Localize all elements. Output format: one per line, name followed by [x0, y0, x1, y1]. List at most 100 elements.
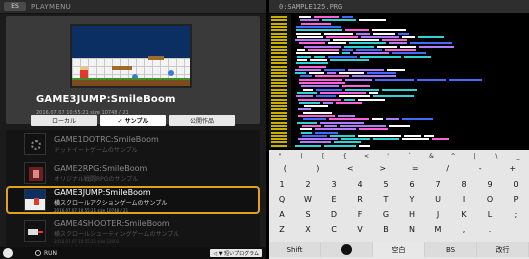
key[interactable]: P	[505, 195, 527, 204]
key[interactable]: R	[349, 195, 371, 204]
key[interactable]: V	[349, 225, 371, 234]
key[interactable]: E	[323, 195, 345, 204]
list-item-name: GAME2RPG:SmileBoom	[54, 163, 148, 173]
key[interactable]: 6	[401, 180, 423, 189]
key[interactable]: 9	[479, 180, 501, 189]
key[interactable]: K	[453, 210, 475, 219]
thumb-platform	[148, 56, 164, 60]
key[interactable]: 4	[349, 180, 371, 189]
key[interactable]: ^	[444, 153, 462, 160]
key[interactable]: >	[372, 164, 394, 173]
symbol-key-row: "( [ {< ' ` & ^ | \ _	[269, 153, 529, 160]
key[interactable]: /	[437, 164, 459, 173]
key[interactable]: ;	[505, 210, 527, 219]
tab-public-works[interactable]: 公開作品	[169, 115, 235, 126]
thumb-ground	[72, 78, 190, 86]
thumb-platform	[112, 66, 132, 70]
code-editor[interactable]	[269, 14, 529, 148]
game-icon	[24, 220, 46, 242]
tab-local[interactable]: ローカル	[31, 115, 97, 126]
key[interactable]: L	[479, 210, 501, 219]
key[interactable]: <	[339, 164, 361, 173]
key[interactable]: Q	[271, 195, 293, 204]
key[interactable]: 8	[453, 180, 475, 189]
key[interactable]: '	[379, 153, 397, 160]
help-button[interactable]: ◁ ▼ 短いプログラム	[210, 249, 262, 257]
key[interactable]: |	[466, 153, 484, 160]
key[interactable]: _	[509, 153, 527, 160]
smile-key[interactable]	[321, 242, 373, 257]
key[interactable]: Y	[401, 195, 423, 204]
key[interactable]: A	[271, 210, 293, 219]
run-button[interactable]: RUN	[35, 250, 57, 257]
key[interactable]: &	[422, 153, 440, 160]
key[interactable]: (	[274, 164, 296, 173]
key[interactable]: Z	[271, 225, 293, 234]
list-item-selected[interactable]: GAME3JUMP:SmileBoom 横スクロールアクションゲームのサンプル …	[6, 186, 260, 214]
key[interactable]: 1	[271, 180, 293, 189]
key[interactable]: I	[453, 195, 475, 204]
list-item[interactable]: GAME4SHOOTER:SmileBoom 横スクロールシューティングゲームの…	[6, 217, 260, 245]
run-label: RUN	[44, 249, 58, 257]
game-screenshot-thumbnail	[70, 24, 192, 88]
key[interactable]: (	[292, 153, 310, 160]
key[interactable]: T	[375, 195, 397, 204]
key[interactable]: 5	[375, 180, 397, 189]
key[interactable]	[505, 225, 527, 234]
key[interactable]: H	[401, 210, 423, 219]
key[interactable]: ,	[453, 225, 475, 234]
key[interactable]: 7	[427, 180, 449, 189]
asdf-key-row: A S D F G H J K L;	[269, 210, 529, 219]
key[interactable]: B	[375, 225, 397, 234]
key[interactable]: X	[297, 225, 319, 234]
tab-sample[interactable]: ✓ サンプル	[100, 115, 166, 126]
key[interactable]: 3	[323, 180, 345, 189]
key[interactable]: S	[297, 210, 319, 219]
key[interactable]: \	[487, 153, 505, 160]
key[interactable]: F	[349, 210, 371, 219]
key[interactable]: <	[357, 153, 375, 160]
list-item-date: 2016.07.07 10:55:21 size 12003	[54, 238, 120, 244]
key[interactable]: G	[375, 210, 397, 219]
key[interactable]: C	[323, 225, 345, 234]
thumb-enemy	[168, 70, 174, 76]
key[interactable]: "	[271, 153, 289, 160]
playmenu-footer: RUN ◁ ▼ 短いプログラム	[0, 247, 266, 259]
key[interactable]: J	[427, 210, 449, 219]
thumb-sky	[72, 26, 190, 58]
key[interactable]: )	[307, 164, 329, 173]
key[interactable]: M	[427, 225, 449, 234]
list-item-name: GAME1DOTRC:SmileBoom	[54, 134, 159, 144]
bracket-key-row: () < > = / - +	[269, 164, 529, 173]
user-avatar-icon[interactable]	[3, 248, 13, 258]
key[interactable]: O	[479, 195, 501, 204]
list-item[interactable]: GAME2RPG:SmileBoom オリジナル戦闘RPGのサンプル	[6, 159, 260, 187]
playmenu-header: ES PLAYMENU	[0, 0, 266, 14]
key[interactable]: 2	[297, 180, 319, 189]
space-key[interactable]: 空白	[373, 242, 425, 257]
key[interactable]: [	[314, 153, 332, 160]
smileboom-icon	[341, 244, 352, 255]
editor-header: 0:SAMPLE125.PRG	[269, 0, 529, 13]
list-item[interactable]: GAME1DOTRC:SmileBoom ドットイートゲームのサンプル	[6, 130, 260, 158]
key[interactable]: N	[401, 225, 423, 234]
list-item-desc: ドットイートゲームのサンプル	[54, 146, 138, 154]
key[interactable]: .	[479, 225, 501, 234]
list-item-desc: 横スクロールシューティングゲームのサンプル	[54, 230, 180, 238]
key[interactable]: 0	[505, 180, 527, 189]
key[interactable]: {	[336, 153, 354, 160]
software-keyboard: "([{< ' ` & ^ | \ _ () < > = / - + 1234567890 QWERTYU…	[269, 150, 529, 259]
key[interactable]: D	[323, 210, 345, 219]
list-item-desc: 横スクロールアクションゲームのサンプル	[54, 199, 168, 207]
backspace-key[interactable]: BS	[425, 242, 477, 257]
code-line	[269, 144, 529, 148]
key[interactable]: -	[469, 164, 491, 173]
key[interactable]: U	[427, 195, 449, 204]
key[interactable]: W	[297, 195, 319, 204]
key[interactable]: +	[502, 164, 524, 173]
key[interactable]: `	[401, 153, 419, 160]
shift-key[interactable]: Shift	[269, 242, 321, 257]
key[interactable]: =	[404, 164, 426, 173]
menu-badge[interactable]: ES	[4, 2, 26, 11]
enter-key[interactable]: 改行	[477, 242, 529, 257]
